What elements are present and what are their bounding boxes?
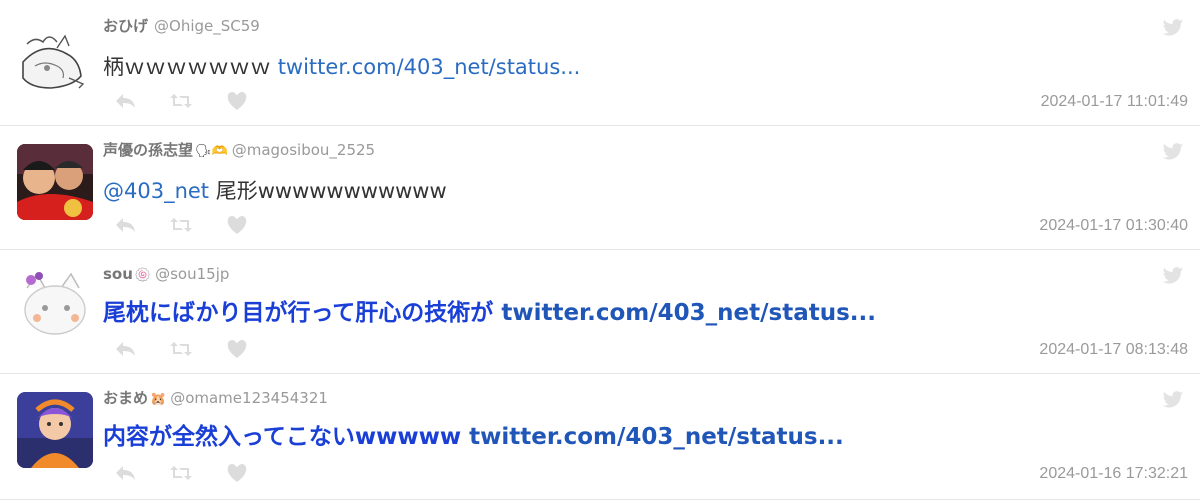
reply-button[interactable] bbox=[112, 460, 138, 486]
tweet-body: 尾形wwwwwwwwwww bbox=[209, 179, 447, 203]
retweet-button[interactable] bbox=[168, 336, 194, 362]
tweet-actions bbox=[112, 460, 280, 486]
name-emoji: 🗣🫶 bbox=[195, 144, 228, 159]
retweet-icon bbox=[170, 94, 192, 108]
timestamp[interactable]: 2024-01-17 11:01:49 bbox=[1041, 93, 1188, 111]
tweet-header: 声優の孫志望 🗣🫶 @magosibou_2525 bbox=[103, 140, 375, 162]
heart-icon bbox=[227, 92, 247, 110]
reply-icon bbox=[116, 218, 135, 232]
timestamp[interactable]: 2024-01-16 17:32:21 bbox=[1039, 465, 1188, 483]
heart-icon bbox=[227, 464, 247, 482]
tweet-link[interactable]: twitter.com/403_net/status... bbox=[278, 55, 581, 79]
tweet-link[interactable]: twitter.com/403_net/status... bbox=[469, 424, 844, 450]
twitter-bird-icon[interactable] bbox=[1162, 143, 1184, 165]
display-name[interactable]: 声優の孫志望 bbox=[103, 141, 193, 159]
display-name[interactable]: おまめ bbox=[103, 389, 148, 407]
tweet-actions bbox=[112, 212, 280, 238]
tweet-item: 声優の孫志望 🗣🫶 @magosibou_2525 @403_net 尾形wwwww… bbox=[0, 126, 1200, 250]
user-handle[interactable]: @Ohige_SC59 bbox=[154, 17, 260, 35]
reply-icon bbox=[116, 94, 135, 108]
tweet-link[interactable]: twitter.com/403_net/status... bbox=[501, 300, 876, 326]
avatar[interactable] bbox=[17, 22, 93, 98]
retweet-button[interactable] bbox=[168, 212, 194, 238]
retweet-button[interactable] bbox=[168, 88, 194, 114]
tweet-text: 尾枕にばかり目が行って肝心の技術が twitter.com/403_net/st… bbox=[103, 299, 876, 327]
name-emoji: 🍥 bbox=[134, 268, 152, 283]
twitter-bird-icon[interactable] bbox=[1162, 391, 1184, 413]
tweet-header: おまめ 🐹 @omame123454321 bbox=[103, 388, 328, 410]
tweet-text: @403_net 尾形wwwwwwwwwww bbox=[103, 177, 447, 205]
tweet-item: おひげ @Ohige_SC59 柄ｗｗｗｗｗｗｗ twitter.com/403_… bbox=[0, 2, 1200, 126]
tweet-actions bbox=[112, 336, 280, 362]
display-name[interactable]: おひげ bbox=[103, 17, 148, 35]
retweet-icon bbox=[170, 342, 192, 356]
reply-icon bbox=[116, 466, 135, 480]
user-handle[interactable]: @magosibou_2525 bbox=[232, 141, 375, 159]
tweet-body: 内容が全然入ってこないwwwww bbox=[103, 424, 470, 450]
tweet-body: 柄ｗｗｗｗｗｗｗ bbox=[103, 55, 271, 79]
mention-link[interactable]: @403_net bbox=[103, 179, 209, 203]
tweet-item: おまめ 🐹 @omame123454321 内容が全然入ってこないwwwww twi… bbox=[0, 374, 1200, 500]
retweet-button[interactable] bbox=[168, 460, 194, 486]
heart-icon bbox=[227, 340, 247, 358]
reply-icon bbox=[116, 342, 135, 356]
reply-button[interactable] bbox=[112, 88, 138, 114]
name-emoji: 🐹 bbox=[150, 392, 167, 407]
twitter-bird-icon[interactable] bbox=[1162, 267, 1184, 289]
tweet-item: sou 🍥 @sou15jp 尾枕にばかり目が行って肝心の技術が twitter.c… bbox=[0, 250, 1200, 374]
timestamp[interactable]: 2024-01-17 08:13:48 bbox=[1039, 341, 1188, 359]
tweet-header: sou 🍥 @sou15jp bbox=[103, 264, 229, 286]
retweet-icon bbox=[170, 218, 192, 232]
retweet-icon bbox=[170, 466, 192, 480]
avatar[interactable] bbox=[17, 144, 93, 220]
tweet-body: 尾枕にばかり目が行って肝心の技術が bbox=[103, 300, 502, 326]
display-name[interactable]: sou bbox=[103, 265, 133, 283]
like-button[interactable] bbox=[224, 212, 250, 238]
like-button[interactable] bbox=[224, 336, 250, 362]
avatar[interactable] bbox=[17, 392, 93, 468]
avatar[interactable] bbox=[17, 268, 93, 344]
like-button[interactable] bbox=[224, 460, 250, 486]
twitter-bird-icon[interactable] bbox=[1162, 19, 1184, 41]
tweet-text: 内容が全然入ってこないwwwww twitter.com/403_net/sta… bbox=[103, 423, 844, 451]
tweet-feed: おひげ @Ohige_SC59 柄ｗｗｗｗｗｗｗ twitter.com/403_… bbox=[0, 0, 1200, 502]
like-button[interactable] bbox=[224, 88, 250, 114]
timestamp[interactable]: 2024-01-17 01:30:40 bbox=[1039, 217, 1188, 235]
reply-button[interactable] bbox=[112, 336, 138, 362]
user-handle[interactable]: @omame123454321 bbox=[170, 389, 328, 407]
tweet-header: おひげ @Ohige_SC59 bbox=[103, 16, 260, 38]
tweet-text: 柄ｗｗｗｗｗｗｗ twitter.com/403_net/status... bbox=[103, 53, 580, 81]
reply-button[interactable] bbox=[112, 212, 138, 238]
heart-icon bbox=[227, 216, 247, 234]
tweet-actions bbox=[112, 88, 280, 114]
user-handle[interactable]: @sou15jp bbox=[155, 265, 229, 283]
